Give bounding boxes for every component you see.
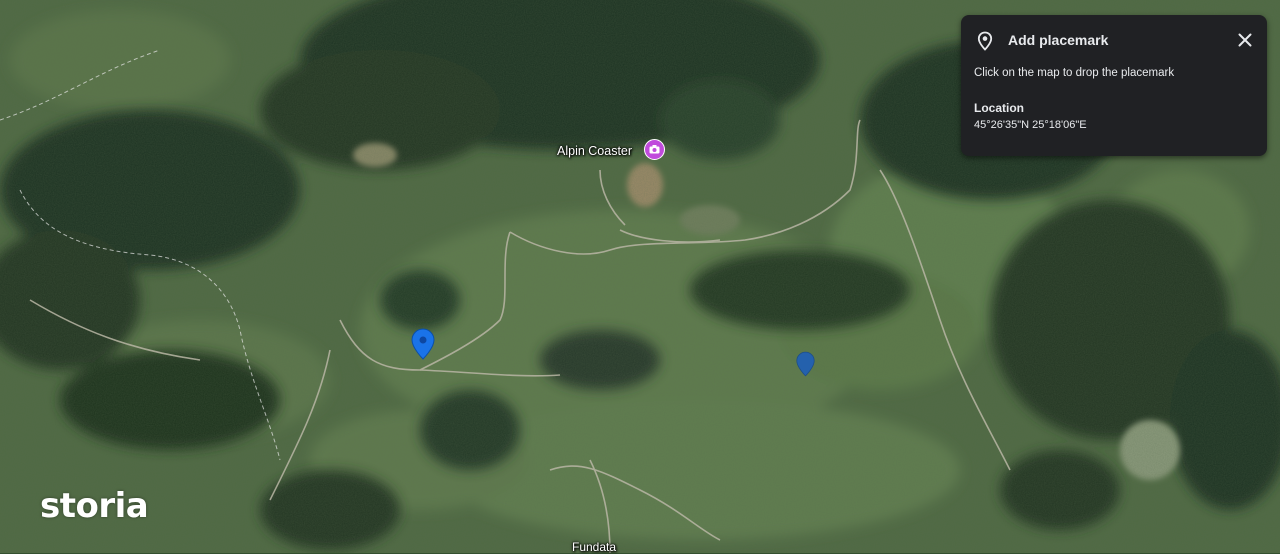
camera-icon[interactable]	[644, 139, 665, 160]
panel-instruction: Click on the map to drop the placemark	[974, 67, 1175, 79]
location-coordinates: 45°26'35"N 25°18'06"E	[974, 119, 1087, 131]
storia-logo: storia	[40, 486, 149, 526]
logo-text: storia	[40, 486, 149, 526]
placemark-pin[interactable]	[411, 328, 435, 360]
location-label: Location	[974, 101, 1024, 115]
location-pin-icon	[977, 31, 993, 51]
placemark-pin[interactable]	[796, 351, 815, 377]
town-label: Fundata	[572, 540, 617, 554]
close-icon[interactable]	[1235, 30, 1255, 50]
add-placemark-panel: Add placemark Click on the map to drop t…	[961, 15, 1267, 156]
panel-title: Add placemark	[1008, 32, 1109, 48]
poi-label[interactable]: Alpin Coaster	[557, 144, 632, 158]
